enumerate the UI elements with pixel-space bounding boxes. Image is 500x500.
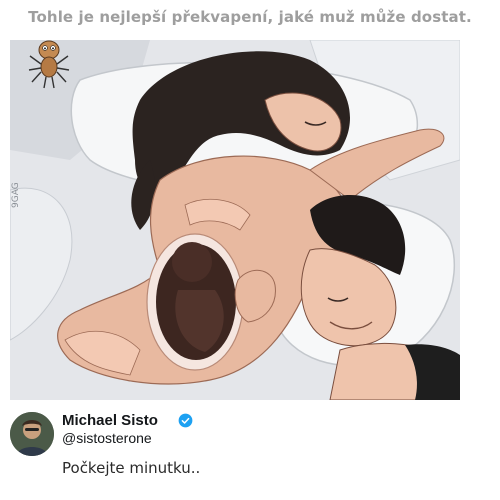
couple-in-bed-illustration: 9GAG [10,40,460,400]
author-handle[interactable]: @sistosterone [62,430,152,446]
author-name[interactable]: Michael Sisto [62,412,158,429]
avatar-photo [10,412,54,456]
verified-badge-icon [178,413,193,428]
spider-mascot-icon [28,40,70,89]
meme-illustration: 9GAG [10,40,460,400]
tweet-text: Počkejte minutku.. [62,459,201,477]
avatar[interactable] [10,412,54,456]
meme-caption: Tohle je nejlepší překvapení, jaké muž m… [28,8,472,26]
watermark-text: 9GAG [11,182,21,208]
